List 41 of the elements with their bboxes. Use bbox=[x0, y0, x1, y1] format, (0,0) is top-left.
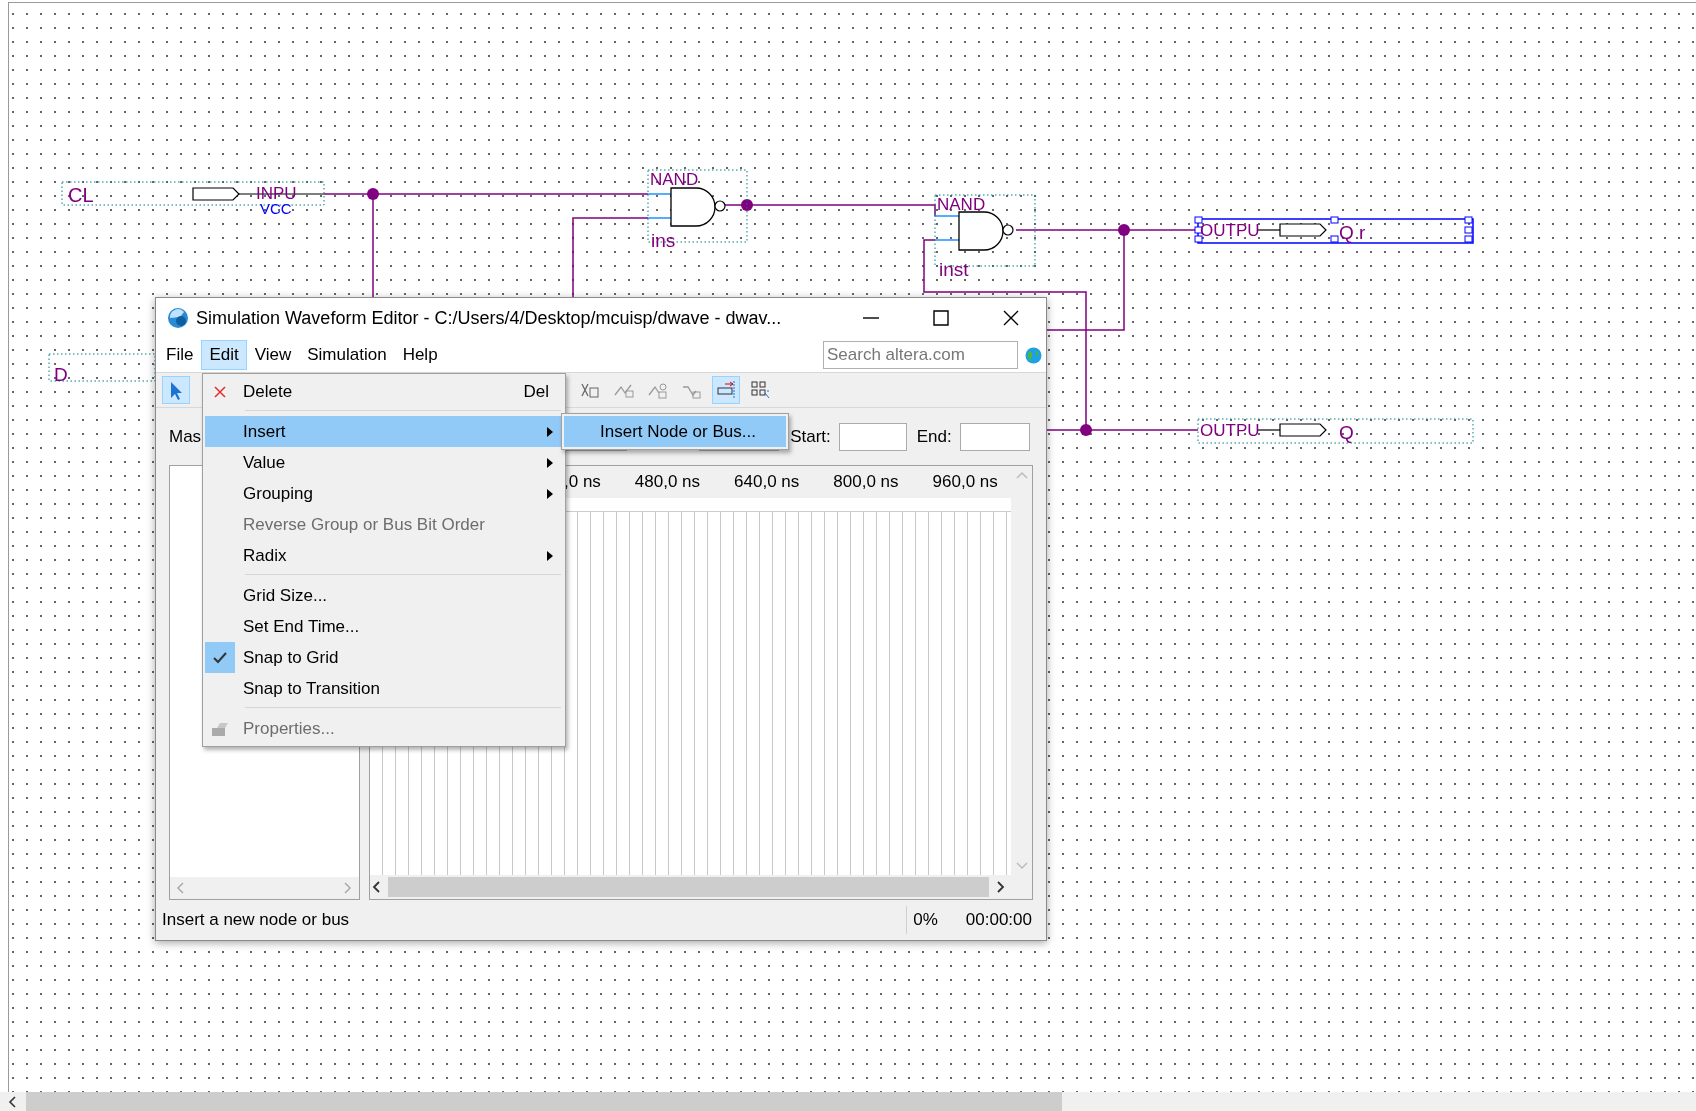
menu-item[interactable]: Grid Size... bbox=[205, 580, 563, 611]
menu-item[interactable]: Edit bbox=[201, 340, 247, 370]
time-label: ,0 ns bbox=[564, 472, 601, 492]
field-label: End: bbox=[916, 426, 952, 447]
menu-item[interactable]: View bbox=[246, 340, 300, 370]
time-label: 960,0 ns bbox=[932, 472, 998, 492]
gate-type-label: NAND bbox=[650, 170, 699, 189]
progress-text: 0% bbox=[913, 910, 938, 930]
pin-name: CL bbox=[68, 184, 94, 205]
net-label: VCC bbox=[260, 200, 292, 217]
pin-type-label: OUTPU bbox=[1200, 221, 1260, 240]
time-label: 480,0 ns bbox=[634, 472, 701, 492]
menu-item[interactable]: File bbox=[158, 340, 202, 370]
status-message: Insert a new node or bus bbox=[162, 910, 351, 930]
menu-item[interactable]: Insert bbox=[205, 416, 563, 447]
instance-label: ins bbox=[651, 230, 676, 251]
gate-type-label: NAND bbox=[937, 195, 986, 214]
menu-item[interactable]: Grouping bbox=[205, 478, 563, 509]
time-label: 640,0 ns bbox=[734, 472, 800, 492]
window-title: Simulation Waveform Editor - C:/Users/4/Desktop/mcuisp/dwave - dwav... bbox=[196, 307, 783, 329]
menu-item[interactable]: Snap to Grid bbox=[205, 642, 563, 673]
pin-type-label: OUTPU bbox=[1200, 421, 1260, 440]
elapsed-time: 00:00:00 bbox=[965, 910, 1033, 930]
pin-name: D bbox=[54, 364, 68, 385]
search-field[interactable]: Search altera.com bbox=[823, 341, 1018, 369]
menu-item[interactable]: Snap to Transition bbox=[205, 673, 563, 704]
field-label: Mas bbox=[169, 426, 202, 447]
menu-item[interactable]: Insert Node or Bus... bbox=[564, 416, 786, 447]
menu-item[interactable]: Delete Del bbox=[205, 376, 563, 407]
menu-item[interactable]: Radix bbox=[205, 540, 563, 571]
pin-name: Q bbox=[1339, 422, 1354, 443]
instance-label: inst bbox=[939, 259, 969, 280]
menu-item[interactable]: Value bbox=[205, 447, 563, 478]
menu-item[interactable]: Help bbox=[394, 340, 446, 370]
pin-name: Q r bbox=[1339, 222, 1366, 243]
menu-item[interactable]: Set End Time... bbox=[205, 611, 563, 642]
shortcut-label: Del bbox=[523, 381, 549, 402]
field-label: Start: bbox=[790, 426, 831, 447]
time-label: 800,0 ns bbox=[833, 472, 899, 492]
pin-type-label: INPU bbox=[256, 184, 297, 203]
menu-item[interactable]: Simulation bbox=[299, 340, 395, 370]
